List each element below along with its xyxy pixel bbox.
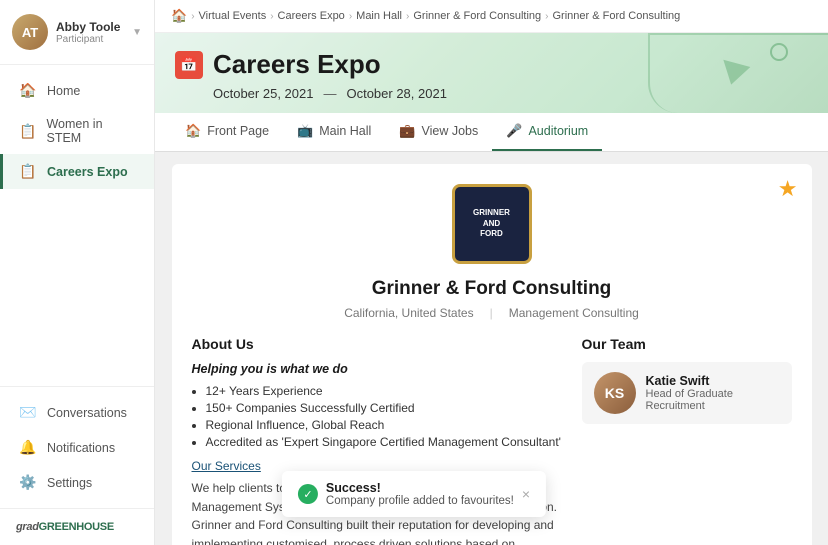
company-name: Grinner & Ford Consulting xyxy=(192,278,792,300)
bullet-1: 12+ Years Experience xyxy=(206,384,562,398)
tab-front-page-label: Front Page xyxy=(207,124,269,138)
breadcrumb-sep: › xyxy=(191,11,194,22)
team-member-avatar: KS xyxy=(594,372,636,414)
booth-team: Our Team KS Katie Swift Head of Graduate… xyxy=(582,336,792,545)
sidebar-item-notifications[interactable]: 🔔 Notifications xyxy=(0,430,154,465)
home-icon[interactable]: 🏠 xyxy=(171,8,187,24)
tab-main-hall-label: Main Hall xyxy=(319,124,371,138)
bullet-3: Regional Influence, Global Reach xyxy=(206,418,562,432)
sidebar-item-careers-expo[interactable]: 📋 Careers Expo xyxy=(0,154,154,189)
sidebar-item-conversations[interactable]: ✉️ Conversations xyxy=(0,395,154,430)
favourite-star-icon[interactable]: ★ xyxy=(778,176,798,202)
tab-view-jobs[interactable]: 💼 View Jobs xyxy=(385,113,492,151)
logo-line1: GRINNER xyxy=(473,208,510,218)
booth-bullets: 12+ Years Experience 150+ Companies Succ… xyxy=(206,384,562,449)
event-header: 📅 Careers Expo October 25, 2021 — Octobe… xyxy=(155,33,828,113)
home-icon: 🏠 xyxy=(19,82,37,99)
sidebar-section-secondary: ✉️ Conversations 🔔 Notifications ⚙️ Sett… xyxy=(0,386,154,508)
bullet-4: Accredited as 'Expert Singapore Certifie… xyxy=(206,435,562,449)
breadcrumb-main-hall[interactable]: Main Hall xyxy=(356,10,402,22)
logo-line3: FORD xyxy=(473,229,510,239)
sidebar-item-label: Women in STEM xyxy=(46,117,138,145)
sidebar-item-label: Settings xyxy=(47,476,92,490)
bullet-2: 150+ Companies Successfully Certified xyxy=(206,401,562,415)
logo-prefix: grad xyxy=(16,521,39,533)
team-member-card[interactable]: KS Katie Swift Head of Graduate Recruitm… xyxy=(582,362,792,424)
close-icon[interactable]: × xyxy=(522,486,530,502)
logo-brand: GREENHOUSE xyxy=(39,521,114,533)
breadcrumb-sep: › xyxy=(270,11,273,22)
avatar: AT xyxy=(12,14,48,50)
tab-view-jobs-label: View Jobs xyxy=(422,124,479,138)
event-tabs: 🏠 Front Page 📺 Main Hall 💼 View Jobs 🎤 A… xyxy=(155,113,828,152)
main-content: 🏠 › Virtual Events › Careers Expo › Main… xyxy=(155,0,828,545)
breadcrumb-sep: › xyxy=(406,11,409,22)
event-title: Careers Expo xyxy=(213,49,381,80)
calendar-icon: 📅 xyxy=(175,51,203,79)
bell-icon: 🔔 xyxy=(19,439,37,456)
booth-logo-text: GRINNER AND FORD xyxy=(473,208,510,239)
sidebar-item-women-in-stem[interactable]: 📋 Women in STEM xyxy=(0,108,154,154)
booth-meta: California, United States | Management C… xyxy=(192,306,792,320)
tab-front-page[interactable]: 🏠 Front Page xyxy=(171,113,283,151)
breadcrumb-virtual-events[interactable]: Virtual Events xyxy=(199,10,267,22)
breadcrumb-careers-expo[interactable]: Careers Expo xyxy=(278,10,345,22)
envelope-icon: ✉️ xyxy=(19,404,37,421)
sidebar-item-label: Careers Expo xyxy=(47,165,128,179)
sidebar-item-label: Notifications xyxy=(47,441,115,455)
booth-category: Management Consulting xyxy=(509,306,639,320)
breadcrumb-company-1[interactable]: Grinner & Ford Consulting xyxy=(413,10,541,22)
team-member-info: Katie Swift Head of Graduate Recruitment xyxy=(646,374,780,412)
team-member-role: Head of Graduate Recruitment xyxy=(646,388,780,412)
list-icon: 📋 xyxy=(19,163,37,180)
user-role: Participant xyxy=(56,34,124,45)
about-section-title: About Us xyxy=(192,336,562,352)
booth-tagline: Helping you is what we do xyxy=(192,362,562,376)
breadcrumb-sep: › xyxy=(349,11,352,22)
logo-line2: AND xyxy=(473,219,510,229)
breadcrumb: 🏠 › Virtual Events › Careers Expo › Main… xyxy=(155,0,828,33)
success-check-icon: ✓ xyxy=(298,484,318,504)
tab-main-hall[interactable]: 📺 Main Hall xyxy=(283,113,385,151)
user-info: Abby Toole Participant xyxy=(56,20,124,45)
sidebar-item-settings[interactable]: ⚙️ Settings xyxy=(0,465,154,500)
toast-message: Company profile added to favourites! xyxy=(326,495,514,507)
sidebar-bottom: gradGREENHOUSE xyxy=(0,508,154,545)
avatar-initials: AT xyxy=(22,25,38,40)
front-page-icon: 🏠 xyxy=(185,123,201,139)
booth-location: California, United States xyxy=(344,306,473,320)
toast-title: Success! xyxy=(326,481,514,495)
tab-auditorium[interactable]: 🎤 Auditorium xyxy=(492,113,602,151)
sidebar-item-label: Conversations xyxy=(47,406,127,420)
toast-content: Success! Company profile added to favour… xyxy=(326,481,514,507)
event-date-sep: — xyxy=(323,86,336,101)
main-hall-icon: 📺 xyxy=(297,123,313,139)
user-name: Abby Toole xyxy=(56,20,124,34)
breadcrumb-company-2[interactable]: Grinner & Ford Consulting xyxy=(552,10,680,22)
gear-icon: ⚙️ xyxy=(19,474,37,491)
auditorium-icon: 🎤 xyxy=(506,123,522,139)
sidebar-nav: 🏠 Home 📋 Women in STEM 📋 Careers Expo xyxy=(0,65,154,386)
chevron-down-icon: ▼ xyxy=(132,27,142,38)
meta-sep: | xyxy=(490,306,493,320)
brand-logo: gradGREENHOUSE xyxy=(16,521,138,533)
breadcrumb-sep: › xyxy=(545,11,548,22)
jobs-icon: 💼 xyxy=(399,123,415,139)
booth-logo: GRINNER AND FORD xyxy=(452,184,532,264)
team-section-title: Our Team xyxy=(582,336,792,352)
booth-logo-container: GRINNER AND FORD xyxy=(192,184,792,264)
event-start-date: October 25, 2021 xyxy=(213,86,313,101)
event-end-date: October 28, 2021 xyxy=(346,86,446,101)
tab-auditorium-label: Auditorium xyxy=(528,124,588,138)
sidebar: AT Abby Toole Participant ▼ 🏠 Home 📋 Wom… xyxy=(0,0,155,545)
decorative-line xyxy=(648,33,828,113)
list-icon: 📋 xyxy=(19,123,36,140)
sidebar-user-profile[interactable]: AT Abby Toole Participant ▼ xyxy=(0,0,154,65)
team-member-name: Katie Swift xyxy=(646,374,780,388)
toast-notification: ✓ Success! Company profile added to favo… xyxy=(282,471,546,517)
sidebar-item-label: Home xyxy=(47,84,80,98)
sidebar-item-home[interactable]: 🏠 Home xyxy=(0,73,154,108)
